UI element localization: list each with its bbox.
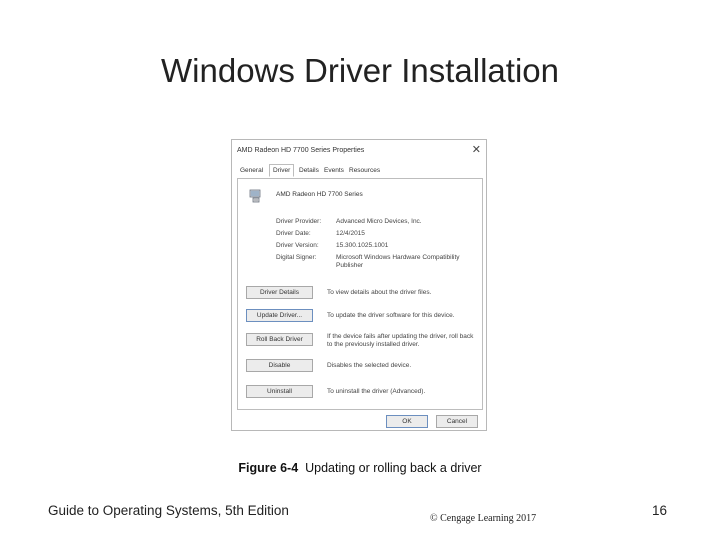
slide-title: Windows Driver Installation	[161, 52, 559, 89]
dialog-title: AMD Radeon HD 7700 Series Properties	[237, 147, 365, 154]
driver-provider-value: Advanced Micro Devices, Inc.	[336, 218, 422, 225]
page-number: 16	[652, 503, 668, 518]
update-driver-button[interactable]: Update Driver...	[246, 309, 313, 322]
driver-date-label: Driver Date:	[276, 230, 311, 237]
tab-driver[interactable]: Driver	[269, 164, 295, 177]
tab-strip: General Driver Details Events Resources	[237, 164, 483, 179]
driver-date-value: 12/4/2015	[336, 230, 365, 237]
figure-number: Figure 6-4	[238, 461, 299, 475]
tab-general[interactable]: General	[240, 167, 263, 174]
footer-copyright: © Cengage Learning 2017	[430, 513, 537, 524]
figure-caption-text: Updating or rolling back a driver	[305, 461, 482, 475]
driver-details-button[interactable]: Driver Details	[246, 286, 313, 299]
digital-signer-value: Microsoft Windows Hardware Compatibility…	[336, 254, 460, 269]
driver-provider-label: Driver Provider:	[276, 218, 322, 225]
update-driver-description: To update the driver software for this d…	[327, 312, 455, 319]
tab-details[interactable]: Details	[299, 167, 319, 174]
driver-details-description: To view details about the driver files.	[327, 289, 432, 296]
driver-version-value: 15.300.1025.1001	[336, 242, 389, 249]
disable-button[interactable]: Disable	[246, 359, 313, 372]
ok-button[interactable]: OK	[386, 415, 428, 428]
uninstall-description: To uninstall the driver (Advanced).	[327, 388, 426, 395]
display-adapter-icon	[249, 189, 261, 203]
device-name: AMD Radeon HD 7700 Series	[276, 191, 363, 198]
driver-tab-panel: AMD Radeon HD 7700 Series Driver Provide…	[237, 178, 483, 410]
digital-signer-label: Digital Signer:	[276, 254, 317, 261]
footer-book-title: Guide to Operating Systems, 5th Edition	[48, 503, 289, 518]
figure-caption: Figure 6-4 Updating or rolling back a dr…	[0, 461, 720, 475]
device-properties-dialog: AMD Radeon HD 7700 Series Properties ✕ G…	[231, 139, 487, 431]
tab-events[interactable]: Events	[324, 167, 344, 174]
driver-version-label: Driver Version:	[276, 242, 319, 249]
cancel-button[interactable]: Cancel	[436, 415, 478, 428]
roll-back-driver-description: If the device fails after updating the d…	[327, 333, 474, 348]
tab-resources[interactable]: Resources	[349, 167, 380, 174]
dialog-titlebar[interactable]: AMD Radeon HD 7700 Series Properties ✕	[232, 140, 486, 162]
close-icon[interactable]: ✕	[472, 144, 481, 156]
disable-description: Disables the selected device.	[327, 362, 412, 369]
roll-back-driver-button[interactable]: Roll Back Driver	[246, 333, 313, 346]
uninstall-button[interactable]: Uninstall	[246, 385, 313, 398]
